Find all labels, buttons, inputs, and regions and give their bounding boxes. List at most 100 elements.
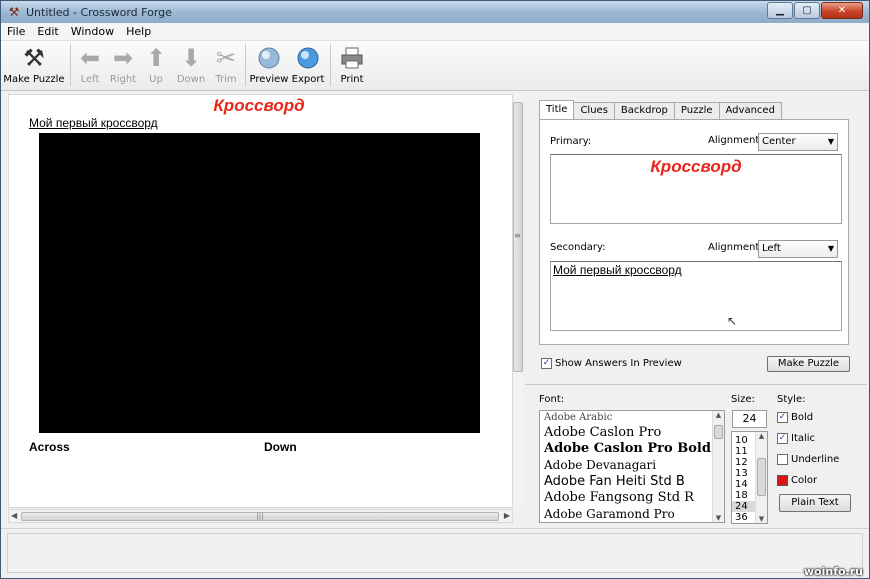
scrollbar-thumb[interactable] [757,458,766,496]
scroll-up-icon[interactable]: ▲ [713,411,724,419]
menu-edit[interactable]: Edit [31,25,64,38]
anvil-icon: ⚒ [23,44,45,72]
list-item[interactable]: Adobe Fangsong Std R [540,490,724,506]
settings-tabs: Title Clues Backdrop Puzzle Advanced [539,100,782,119]
bold-checkbox[interactable]: ✓ Bold [777,412,813,423]
style-label: Style: [777,394,806,405]
make-puzzle-tool-button[interactable]: ⚒ Make Puzzle [1,41,67,89]
menu-window[interactable]: Window [65,25,120,38]
arrow-left-icon: ⬅ [79,44,101,72]
preview-vertical-scrollbar[interactable] [513,94,523,508]
chevron-down-icon: ▼ [827,244,834,253]
toolbar: ⚒ Make Puzzle ⬅ Left ➡ Right ⬆ Up ⬇ Down… [1,41,869,91]
minimize-icon: ▁ [776,5,784,16]
font-size-list[interactable]: 10 11 12 13 14 18 24 36 ▲ ▼ [731,431,768,524]
secondary-alignment-select[interactable]: Left ▼ [758,240,838,258]
down-tool-button[interactable]: ⬇ Down [172,41,210,89]
make-puzzle-button[interactable]: Make Puzzle [767,356,850,372]
splitter-grip-icon[interactable]: ≡ [514,231,521,240]
color-picker-button[interactable]: Color [777,475,817,486]
scroll-down-icon[interactable]: ▼ [713,514,724,522]
arrow-right-icon: ➡ [112,44,134,72]
size-label: Size: [731,394,755,405]
export-globe-icon [294,44,322,72]
checkmark-icon: ✓ [541,358,552,369]
font-size-input[interactable]: 24 [732,410,767,428]
watermark: woinfo.ru [803,565,863,578]
font-list[interactable]: Adobe Arabic Adobe Caslon Pro Adobe Casl… [539,410,725,523]
globe-icon [255,44,283,72]
crossword-grid[interactable] [39,133,480,433]
preview-horizontal-scrollbar[interactable]: ◀ ||| ▶ [8,509,513,523]
right-tool-button[interactable]: ➡ Right [106,41,140,89]
maximize-icon: ▢ [802,5,812,16]
scroll-left-icon[interactable]: ◀ [11,511,17,520]
checkbox-empty-icon [777,454,788,465]
title-bar: ⚒ Untitled - Crossword Forge ▁ ▢ ✕ [1,1,869,23]
scroll-down-icon[interactable]: ▼ [756,515,767,523]
toolbar-separator [330,44,331,86]
font-label: Font: [539,394,565,405]
puzzle-preview-pane: Кроссворд Мой первый кроссворд Across Do… [8,94,513,508]
font-list-scrollbar[interactable]: ▲ ▼ [712,411,724,522]
checkmark-icon: ✓ [777,433,788,444]
primary-label: Primary: [550,136,592,147]
toolbar-separator [70,44,71,86]
scrollbar-thumb[interactable]: ||| [21,512,499,521]
close-button[interactable]: ✕ [821,2,863,19]
close-icon: ✕ [837,5,847,16]
list-item[interactable]: Adobe Fan Heiti Std B [540,473,724,490]
secondary-label: Secondary: [550,242,606,253]
divider [525,384,867,385]
status-area [7,533,863,573]
scroll-right-icon[interactable]: ▶ [504,511,510,520]
minimize-button[interactable]: ▁ [767,2,793,19]
primary-title-input[interactable]: Кроссворд [550,154,842,224]
up-tool-button[interactable]: ⬆ Up [140,41,172,89]
scrollbar-thumb[interactable] [714,425,723,439]
list-item[interactable]: Adobe Devanagari [540,457,724,473]
list-item[interactable]: Adobe Arabic [540,411,724,425]
print-tool-button[interactable]: Print [334,41,370,89]
underline-checkbox[interactable]: Underline [777,454,839,465]
secondary-alignment-label: Alignment: [708,242,763,253]
plain-text-button[interactable]: Plain Text [779,494,851,512]
preview-tool-button[interactable]: Preview [249,41,289,89]
export-tool-button[interactable]: Export [289,41,327,89]
across-heading: Across [29,440,70,454]
primary-alignment-label: Alignment: [708,135,763,146]
tab-backdrop[interactable]: Backdrop [613,102,675,119]
toolbar-separator [245,44,246,86]
anvil-app-icon: ⚒ [8,5,20,19]
preview-subtitle: Мой первый кроссворд [29,116,158,130]
tab-puzzle[interactable]: Puzzle [673,102,720,119]
arrow-up-icon: ⬆ [145,44,167,72]
tab-clues[interactable]: Clues [573,102,615,119]
list-item[interactable]: Adobe Garamond Pro [540,506,724,522]
show-answers-checkbox[interactable]: ✓ Show Answers In Preview [541,358,682,369]
scroll-up-icon[interactable]: ▲ [756,432,767,440]
size-list-scrollbar[interactable]: ▲ ▼ [755,432,767,523]
mouse-cursor-icon: ↖ [727,314,738,328]
menu-help[interactable]: Help [120,25,157,38]
maximize-button[interactable]: ▢ [794,2,820,19]
checkmark-icon: ✓ [777,412,788,423]
italic-checkbox[interactable]: ✓ Italic [777,433,815,444]
menu-bar: File Edit Window Help [1,23,869,41]
left-tool-button[interactable]: ⬅ Left [74,41,106,89]
app-window: ⚒ Untitled - Crossword Forge ▁ ▢ ✕ File … [0,0,870,579]
tab-title[interactable]: Title [539,100,575,119]
list-item[interactable]: Adobe Caslon Pro Bold [540,441,724,457]
menu-file[interactable]: File [1,25,31,38]
scissors-icon: ✂ [215,44,237,72]
primary-alignment-select[interactable]: Center ▼ [758,133,838,151]
color-swatch [777,475,788,486]
list-item[interactable]: Adobe Caslon Pro [540,425,724,441]
preview-title: Кроссворд [213,96,305,115]
tab-advanced[interactable]: Advanced [718,102,782,119]
trim-tool-button[interactable]: ✂ Trim [210,41,242,89]
secondary-title-input[interactable]: Мой первый кроссворд ↖ [550,261,842,331]
chevron-down-icon: ▼ [827,137,834,146]
arrow-down-icon: ⬇ [180,44,202,72]
printer-icon [338,44,366,72]
